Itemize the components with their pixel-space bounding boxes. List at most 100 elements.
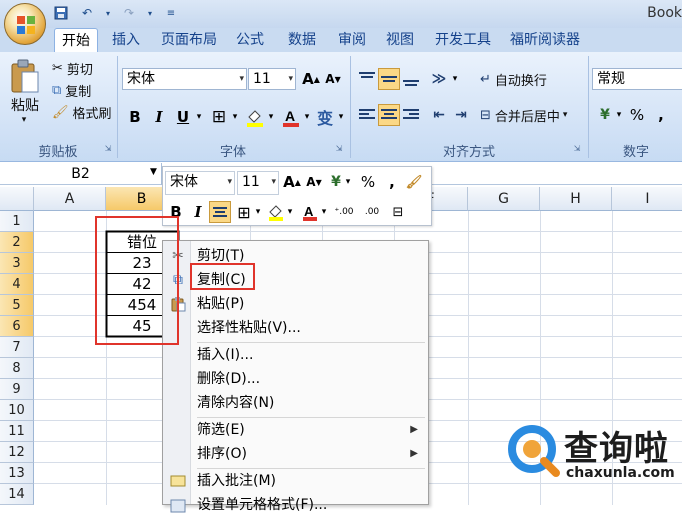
bold-icon[interactable]: B	[124, 106, 146, 128]
tab-data[interactable]: 数据	[280, 28, 324, 52]
font-color-icon[interactable]: A	[280, 106, 302, 128]
italic-icon[interactable]: I	[187, 201, 209, 223]
column-header-i[interactable]: I	[612, 187, 682, 211]
row-header-6[interactable]: 6	[0, 316, 34, 337]
row-header-3[interactable]: 3	[0, 253, 34, 274]
column-header-h[interactable]: H	[540, 187, 612, 211]
column-header-g[interactable]: G	[468, 187, 540, 211]
fill-color-icon[interactable]	[265, 201, 287, 223]
borders-icon[interactable]: ⊞	[208, 106, 230, 128]
increase-indent-icon[interactable]: ⇥	[450, 104, 472, 126]
tab-view[interactable]: 视图	[378, 28, 422, 52]
dropdown-icon[interactable]: ▾	[302, 106, 312, 128]
borders-icon[interactable]: ⊞	[233, 201, 255, 223]
row-header-11[interactable]: 11	[0, 421, 34, 442]
dropdown-icon[interactable]: ▾	[343, 171, 353, 193]
dropdown-icon[interactable]: ▾	[104, 5, 112, 21]
align-top-icon[interactable]	[356, 68, 378, 90]
font-size-combo[interactable]: 11 ▾	[248, 68, 296, 90]
mini-percent-button[interactable]: %	[357, 171, 379, 193]
font-color-icon[interactable]: A	[299, 201, 321, 223]
cut-button[interactable]: ✂ 剪切	[52, 58, 93, 78]
row-header-1[interactable]: 1	[0, 211, 34, 232]
format-painter-button[interactable]: 🖌 格式刷	[52, 102, 112, 122]
tab-developer[interactable]: 开发工具	[428, 28, 498, 52]
dropdown-icon[interactable]: ▾	[336, 106, 346, 128]
customize-qat-icon[interactable]: ≡	[162, 5, 180, 21]
grow-font-icon[interactable]: A ▲	[281, 171, 303, 193]
dropdown-icon[interactable]: ▾	[194, 106, 204, 128]
format-painter-icon[interactable]: 🖌	[403, 171, 425, 193]
wrap-text-button[interactable]: ↵ 自动换行	[480, 68, 547, 90]
tab-insert[interactable]: 插入	[104, 28, 148, 52]
menu-item-insert-comment[interactable]: 插入批注(M)	[191, 469, 428, 493]
comma-button[interactable]: ,	[650, 104, 672, 126]
dropdown-icon[interactable]: ▼	[150, 167, 157, 177]
align-center-icon[interactable]	[378, 104, 400, 126]
tab-foxit-reader[interactable]: 福昕阅读器	[504, 28, 586, 52]
menu-item-sort[interactable]: 排序(O) ▶	[191, 442, 428, 466]
align-middle-icon[interactable]	[378, 68, 400, 90]
row-header-12[interactable]: 12	[0, 442, 34, 463]
tab-formulas[interactable]: 公式	[228, 28, 272, 52]
dropdown-icon[interactable]: ▾	[146, 5, 154, 21]
align-left-icon[interactable]	[356, 104, 378, 126]
row-header-5[interactable]: 5	[0, 295, 34, 316]
merge-center-button[interactable]: ⊟ 合并后居中 ▾	[480, 104, 567, 126]
menu-item-delete[interactable]: 删除(D)...	[191, 367, 428, 391]
shrink-font-icon[interactable]: A ▼	[322, 68, 344, 90]
phonetic-icon[interactable]: 变	[314, 106, 336, 128]
increase-decimal-icon[interactable]: ⁺.00	[331, 201, 357, 223]
dropdown-icon[interactable]: ▾	[253, 201, 263, 223]
row-header-7[interactable]: 7	[0, 337, 34, 358]
menu-item-clear-contents[interactable]: 清除内容(N)	[191, 391, 428, 415]
save-icon[interactable]	[52, 5, 70, 21]
dropdown-icon[interactable]: ▾	[230, 106, 240, 128]
italic-icon[interactable]: I	[148, 106, 170, 128]
office-button[interactable]	[4, 3, 46, 45]
row-header-10[interactable]: 10	[0, 400, 34, 421]
menu-item-paste-special[interactable]: 选择性粘贴(V)...	[191, 316, 428, 340]
dropdown-icon[interactable]: ▾	[266, 106, 276, 128]
copy-button[interactable]: ⧉ 复制	[52, 80, 91, 100]
font-name-combo[interactable]: 宋体 ▾	[122, 68, 247, 90]
fill-color-icon[interactable]	[244, 106, 266, 128]
row-header-9[interactable]: 9	[0, 379, 34, 400]
row-header-13[interactable]: 13	[0, 463, 34, 484]
mini-font-size-combo[interactable]: 11 ▾	[237, 171, 279, 195]
menu-item-paste[interactable]: 粘贴(P)	[191, 292, 428, 316]
decrease-decimal-icon[interactable]: .00	[359, 201, 385, 223]
decrease-indent-icon[interactable]: ⇤	[428, 104, 450, 126]
number-format-combo[interactable]: 常规	[592, 68, 682, 90]
orientation-icon[interactable]: ≫	[428, 68, 450, 90]
align-bottom-icon[interactable]	[400, 68, 422, 90]
name-box[interactable]: B2	[0, 163, 162, 185]
dialog-launcher-icon[interactable]: ⇲	[334, 142, 344, 154]
column-header-a[interactable]: A	[34, 187, 106, 211]
align-center-icon[interactable]	[209, 201, 231, 223]
dropdown-icon[interactable]: ▾	[614, 104, 624, 126]
select-all-corner[interactable]	[0, 187, 34, 211]
tab-review[interactable]: 审阅	[330, 28, 374, 52]
row-header-8[interactable]: 8	[0, 358, 34, 379]
dropdown-icon[interactable]: ▾	[450, 68, 460, 90]
redo-icon[interactable]: ↷	[120, 5, 138, 21]
dialog-launcher-icon[interactable]: ⇲	[572, 142, 582, 154]
mini-comma-button[interactable]: ,	[381, 171, 403, 193]
currency-icon[interactable]: ¥	[594, 104, 616, 126]
paste-dropdown-icon[interactable]: ▾	[16, 114, 32, 126]
dialog-launcher-icon[interactable]: ⇲	[103, 142, 113, 154]
undo-icon[interactable]: ↶	[78, 5, 96, 21]
dropdown-icon[interactable]: ▾	[319, 201, 329, 223]
underline-icon[interactable]: U	[172, 106, 194, 128]
row-header-2[interactable]: 2	[0, 232, 34, 253]
menu-item-filter[interactable]: 筛选(E) ▶	[191, 418, 428, 442]
row-header-4[interactable]: 4	[0, 274, 34, 295]
menu-item-format-cells[interactable]: 设置单元格格式(F)...	[191, 493, 428, 517]
align-right-icon[interactable]	[400, 104, 422, 126]
paste-button[interactable]: 粘贴	[4, 96, 46, 114]
row-header-14[interactable]: 14	[0, 484, 34, 505]
merge-icon[interactable]: ⊟	[387, 201, 409, 223]
dropdown-icon[interactable]: ▾	[285, 201, 295, 223]
menu-item-insert[interactable]: 插入(I)...	[191, 343, 428, 367]
